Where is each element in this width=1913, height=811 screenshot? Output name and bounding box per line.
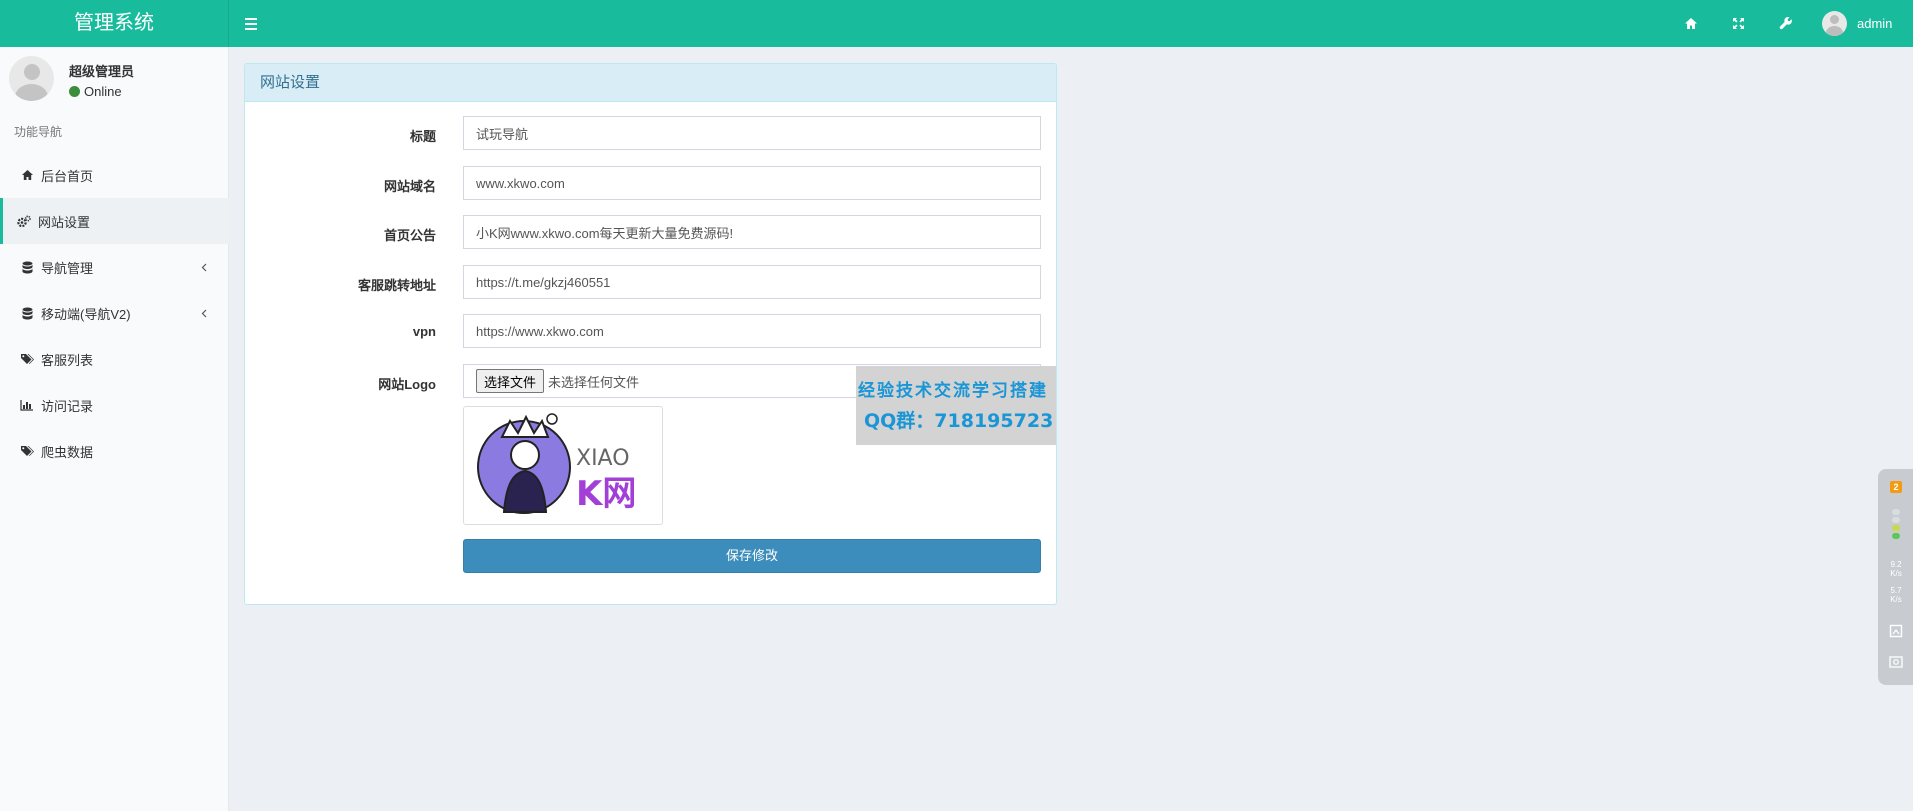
screenshot-icon[interactable]	[1889, 624, 1903, 638]
header-username: admin	[1857, 15, 1893, 31]
site-settings-panel: 网站设置 标题 网站域名 首页公告 客服跳转地址 vpn 网站Logo 选择文件…	[244, 63, 1057, 605]
panel-title: 网站设置	[245, 64, 1056, 102]
chevron-left-icon	[197, 306, 211, 320]
field-label-vpn: vpn	[412, 324, 436, 339]
database-icon	[20, 306, 34, 320]
home-icon	[20, 168, 34, 182]
sidebar-item-dashboard[interactable]: 后台首页	[0, 152, 229, 198]
avatar	[9, 56, 54, 101]
sidebar-item-label: 导航管理	[41, 260, 94, 276]
user-status-label: Online	[84, 84, 122, 99]
bar-chart-icon	[20, 398, 34, 412]
logo-text-bottom: K网	[576, 474, 636, 514]
menu-toggle-icon[interactable]	[240, 12, 262, 34]
sidebar-item-label: 网站设置	[38, 214, 91, 230]
user-status: Online	[69, 84, 122, 99]
sidebar-item-nav-management[interactable]: 导航管理	[0, 244, 229, 290]
sidebar-item-label: 后台首页	[41, 168, 94, 184]
save-button[interactable]: 保存修改	[463, 539, 1041, 573]
sidebar-item-customer-service[interactable]: 客服列表	[0, 336, 229, 382]
logo-preview: XIAO K网	[463, 406, 663, 525]
sidebar-item-label: 移动端(导航V2)	[41, 306, 131, 322]
announcement-input[interactable]	[463, 215, 1041, 249]
watermark-overlay: 经验技术交流学习搭建 QQ群：718195723	[856, 366, 1056, 445]
cogs-icon	[17, 214, 31, 228]
sidebar-item-mobile-nav[interactable]: 移动端(导航V2)	[0, 290, 229, 336]
fullscreen-icon[interactable]	[1727, 12, 1749, 34]
avatar	[1822, 10, 1847, 36]
vpn-input[interactable]	[463, 314, 1041, 348]
nav-header: 功能导航	[14, 125, 63, 139]
sidebar: 超级管理员 Online 功能导航 后台首页 网站设置 导航管理 移动端(导航V…	[0, 47, 229, 811]
user-menu[interactable]: admin	[1822, 10, 1892, 36]
sidebar-item-label: 访问记录	[41, 398, 94, 414]
field-label-logo: 网站Logo	[378, 377, 436, 392]
home-icon[interactable]	[1680, 12, 1702, 34]
download-speed: 5.7 K/s	[1890, 586, 1902, 604]
tags-icon	[20, 444, 34, 458]
title-input[interactable]	[463, 116, 1041, 150]
watermark-line2: QQ群：718195723	[864, 410, 1054, 432]
sidebar-menu: 后台首页 网站设置 导航管理 移动端(导航V2) 客服列表 访问记录 爬虫数据	[0, 152, 229, 474]
notification-badge[interactable]: 2	[1890, 481, 1902, 493]
sidebar-item-label: 客服列表	[41, 352, 94, 368]
sidebar-item-visit-logs[interactable]: 访问记录	[0, 382, 229, 428]
app-logo[interactable]: 管理系统	[0, 0, 229, 47]
sidebar-item-site-settings[interactable]: 网站设置	[0, 198, 229, 244]
logo-text-top: XIAO	[576, 446, 630, 471]
wrench-icon[interactable]	[1775, 12, 1797, 34]
memory-indicator	[1892, 509, 1900, 539]
choose-file-button[interactable]: 选择文件	[476, 369, 545, 393]
top-header: 管理系统 admin	[0, 0, 1913, 47]
database-icon	[20, 260, 34, 274]
sidebar-item-label: 爬虫数据	[41, 444, 94, 460]
user-panel: 超级管理员 Online	[0, 47, 229, 115]
file-status: 未选择任何文件	[548, 374, 640, 390]
domain-input[interactable]	[463, 166, 1041, 200]
user-name: 超级管理员	[69, 64, 135, 79]
logo-image: XIAO K网	[477, 413, 636, 514]
watermark-line1: 经验技术交流学习搭建	[858, 381, 1048, 401]
search-icon[interactable]	[1889, 655, 1903, 669]
field-label-announcement: 首页公告	[383, 228, 436, 243]
online-status-icon	[69, 86, 80, 97]
field-label-domain: 网站域名	[383, 179, 436, 194]
tags-icon	[20, 352, 34, 366]
service-url-input[interactable]	[463, 265, 1041, 299]
upload-speed: 9.2 K/s	[1890, 560, 1902, 578]
sidebar-item-crawler-data[interactable]: 爬虫数据	[0, 428, 229, 474]
chevron-left-icon	[197, 260, 211, 274]
field-label-service-url: 客服跳转地址	[357, 278, 436, 293]
floating-monitor-widget[interactable]: 2 9.2 K/s 5.7 K/s	[1878, 469, 1913, 685]
field-label-title: 标题	[409, 129, 436, 144]
